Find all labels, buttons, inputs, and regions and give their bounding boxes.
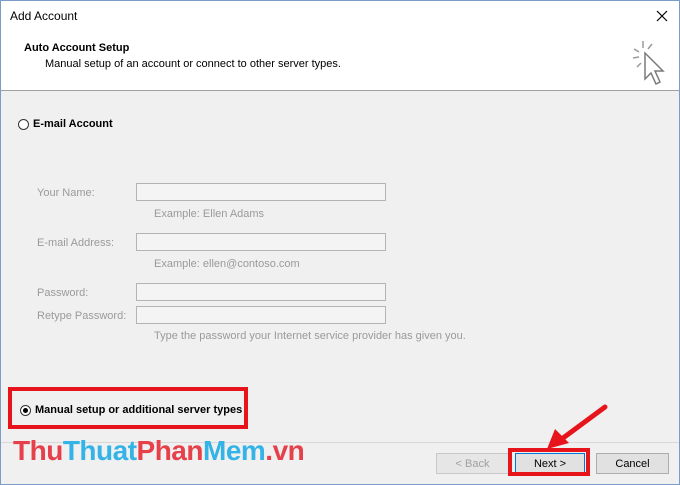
watermark-part: Thuat — [62, 435, 137, 466]
password-label: Password: — [37, 287, 89, 299]
email-account-radio[interactable]: E-mail Account — [18, 118, 113, 130]
your-name-label: Your Name: — [37, 187, 95, 199]
manual-setup-highlight — [8, 387, 248, 429]
window-title: Add Account — [10, 9, 78, 23]
header-title: Auto Account Setup — [24, 42, 130, 54]
wizard-header: Auto Account Setup Manual setup of an ac… — [1, 31, 679, 91]
close-icon — [656, 10, 668, 22]
email-address-label: E-mail Address: — [37, 237, 115, 249]
watermark-part: Phan — [136, 435, 204, 466]
password-field[interactable] — [136, 283, 386, 301]
radio-unchecked — [18, 118, 29, 130]
add-account-dialog: Add Account Auto Account Setup Manual se… — [0, 0, 680, 485]
back-button[interactable]: < Back — [436, 453, 509, 474]
header-subtitle: Manual setup of an account or connect to… — [45, 58, 341, 70]
red-arrow-icon — [547, 404, 608, 449]
watermark-logo: ThuThuatPhanMem.vn — [13, 433, 305, 469]
password-hint: Type the password your Internet service … — [154, 330, 466, 342]
close-button[interactable] — [645, 1, 679, 31]
retype-password-label: Retype Password: — [37, 310, 127, 322]
watermark-part: Mem — [203, 435, 266, 466]
cancel-button[interactable]: Cancel — [596, 453, 669, 474]
watermark-part: Thu — [13, 435, 63, 466]
your-name-hint: Example: Ellen Adams — [154, 208, 265, 220]
title-bar: Add Account — [1, 1, 679, 31]
email-address-field[interactable] — [136, 233, 386, 251]
retype-password-field[interactable] — [136, 306, 386, 324]
email-address-hint: Example: ellen@contoso.com — [154, 258, 300, 270]
watermark-part: .vn — [265, 435, 305, 466]
next-highlight — [508, 448, 590, 476]
email-account-label: E-mail Account — [33, 118, 113, 130]
your-name-field[interactable] — [136, 183, 386, 201]
cursor-sparkle-icon — [632, 41, 665, 86]
